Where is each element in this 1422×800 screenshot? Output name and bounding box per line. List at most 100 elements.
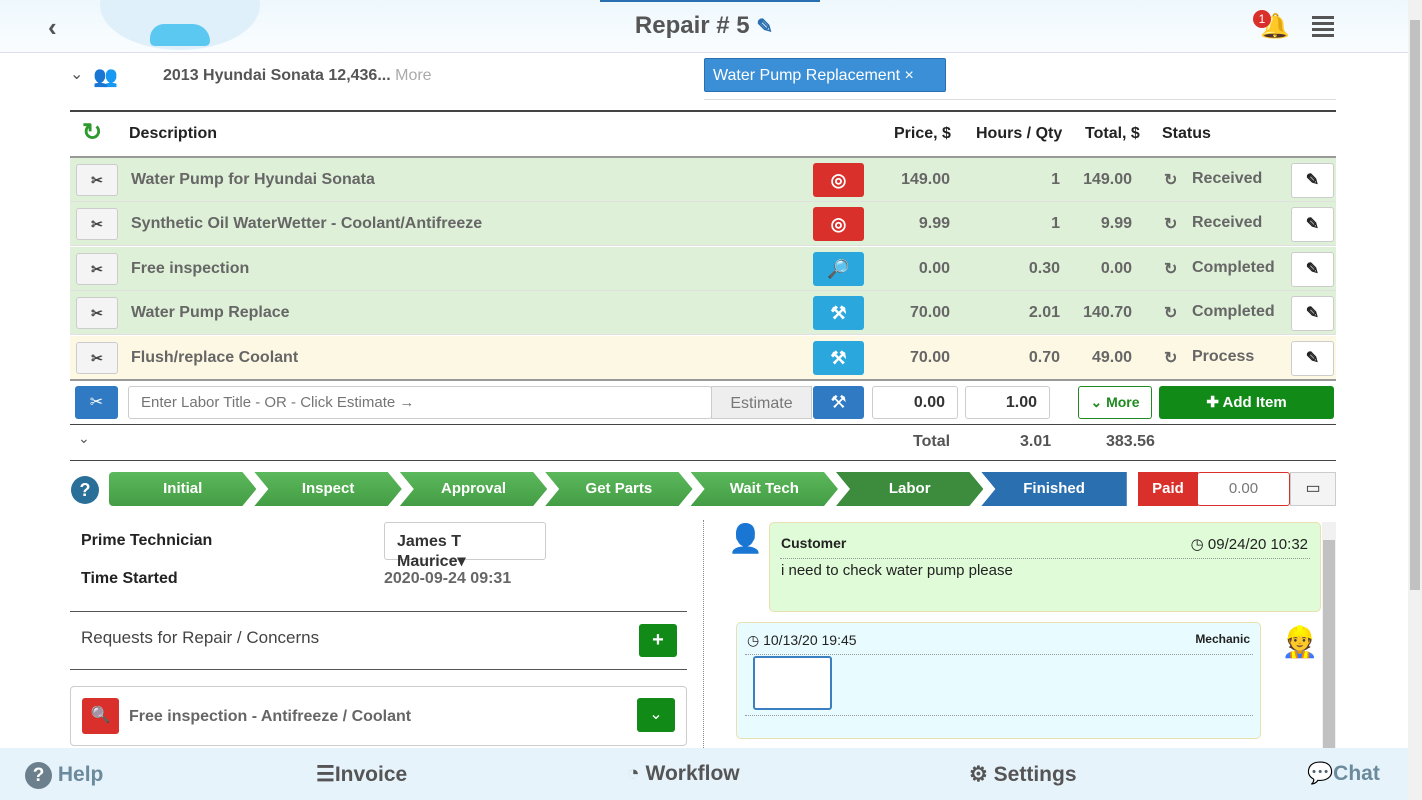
footer-settings[interactable]: ⚙ Settings [969,762,1077,787]
prime-tech-label: Prime Technician [81,532,213,549]
remove-tag-icon[interactable]: × [905,67,914,84]
workflow-stage-inspect[interactable]: Inspect [254,472,401,506]
workflow-stage-get-parts[interactable]: Get Parts [545,472,692,506]
item-status: Completed [1192,258,1275,276]
paid-label: Paid [1138,472,1198,506]
expand-vehicle-icon[interactable]: ⌄ [70,64,83,84]
message-time: ◷ 10/13/20 19:45 [747,632,857,648]
list-icon: ☰ [316,763,335,786]
expand-concern-button[interactable]: ⌄ [637,698,675,732]
message-author: Mechanic [1195,632,1250,646]
unlink-icon[interactable]: ✂ [76,208,118,241]
more-options-button[interactable]: ⌄ More [1078,386,1152,419]
edit-item-button[interactable]: ✎ [1291,207,1334,243]
status-refresh-icon[interactable]: ↻ [1164,303,1177,323]
mechanic-avatar-icon: 👷 [1281,626,1319,659]
workflow-stage-labor[interactable]: Labor [836,472,983,506]
time-started-label: Time Started [81,570,178,587]
invoice-thumbnail[interactable] [753,656,832,710]
job-tag[interactable]: Water Pump Replacement × [704,58,946,92]
prime-tech-select[interactable]: James T Maurice▾ [384,522,546,570]
collapse-icon[interactable]: ⌄ [78,430,90,447]
vehicle-more-link[interactable]: More [395,67,431,84]
customer-vehicle-icon: 👥 [93,66,118,88]
new-qty-input[interactable]: 1.00 [965,386,1050,419]
part-icon[interactable]: ◎ [813,207,864,242]
item-hours: 0.30 [1028,259,1060,277]
status-refresh-icon[interactable]: ↻ [1164,259,1177,279]
footer-help[interactable]: ? Help [25,762,103,789]
workflow-stage-initial[interactable]: Initial [109,472,256,506]
workflow-stage-finished[interactable]: Finished [981,472,1127,506]
item-total: 140.70 [1083,304,1132,322]
item-total: 0.00 [1100,259,1132,277]
header-hours: Hours / Qty [976,125,1063,142]
new-price-input[interactable]: 0.00 [872,386,958,419]
item-price: 9.99 [918,215,950,233]
page-scrollbar[interactable] [1408,0,1422,800]
estimate-button[interactable]: Estimate [711,386,812,419]
add-item-button[interactable]: ✚ Add Item [1159,386,1334,419]
footer-chat[interactable]: 💬Chat [1307,762,1380,786]
inspection-icon[interactable]: 🔎 [813,251,864,286]
credit-card-icon[interactable]: ▭ [1290,472,1336,506]
total-label: Total [913,433,951,450]
unlink-icon[interactable]: ✂ [76,164,118,196]
labor-icon[interactable]: ⚒ [813,296,864,331]
part-icon[interactable]: ◎ [813,163,864,197]
vehicle-summary: 2013 Hyundai Sonata 12,436... More [163,67,432,84]
wrench-screwdriver-icon[interactable]: ⚒ [813,386,864,419]
item-hours: 2.01 [1028,304,1060,322]
table-row: ✂ Water Pump for Hyundai Sonata ◎ 149.00… [70,158,1336,202]
item-status: Received [1192,214,1263,232]
divider [70,110,1336,112]
table-row: ✂ Synthetic Oil WaterWetter - Coolant/An… [70,202,1336,247]
unlink-icon[interactable]: ✂ [76,341,118,374]
workflow-stage-approval[interactable]: Approval [400,472,547,506]
status-refresh-icon[interactable]: ↻ [1164,348,1177,368]
item-price: 0.00 [918,259,950,277]
labor-title-input[interactable] [128,386,712,419]
status-refresh-icon[interactable]: ↻ [1164,170,1177,190]
customer-avatar-icon: 👤 [728,523,763,554]
table-row: ✂ Free inspection 🔎 0.00 0.30 0.00 ↻ Com… [70,246,1336,291]
help-icon[interactable]: ? [71,476,99,504]
unlink-icon[interactable]: ✂ [76,297,118,330]
page-title: Repair # 5 ✎ [634,12,774,39]
total-amount: 383.56 [1106,433,1155,450]
header-price: Price, $ [894,125,951,142]
concern-title: Free inspection - Antifreeze / Coolant [129,708,412,725]
labor-icon[interactable]: ⚒ [813,340,864,375]
add-concern-button[interactable]: + [639,624,677,657]
chat-message-mechanic: ◷ 10/13/20 19:45 Mechanic [736,622,1261,739]
message-author: Customer [781,535,847,551]
requests-label: Requests for Repair / Concerns [81,628,320,647]
chat-message-customer: Customer ◷ 09/24/20 10:32 i need to chec… [769,522,1321,612]
item-price: 70.00 [909,304,950,322]
item-description: Water Pump for Hyundai Sonata [131,171,375,188]
chat-scrollbar[interactable] [1322,522,1336,748]
link-item-button[interactable]: ✂ [75,386,118,419]
item-price: 70.00 [909,348,950,366]
unlink-icon[interactable]: ✂ [76,252,118,285]
footer-invoice[interactable]: ☰Invoice [316,762,407,787]
header-description: Description [129,125,218,142]
concern-item[interactable]: 🔍 Free inspection - Antifreeze / Coolant… [70,686,687,746]
footer-workflow[interactable]: ◔ Workflow [627,762,740,786]
total-hours: 3.01 [1020,433,1052,450]
item-total: 9.99 [1100,215,1132,233]
item-description: Synthetic Oil WaterWetter - Coolant/Anti… [131,215,483,233]
item-price: 149.00 [901,171,950,188]
edit-title-icon[interactable]: ✎ [756,16,773,38]
edit-item-button[interactable]: ✎ [1291,163,1334,198]
refresh-icon[interactable]: ↻ [82,118,102,147]
workflow-stage-wait-tech[interactable]: Wait Tech [691,472,838,506]
status-refresh-icon[interactable]: ↻ [1164,214,1177,234]
menu-icon[interactable] [1312,16,1334,37]
edit-item-button[interactable]: ✎ [1291,340,1334,376]
paid-amount-input[interactable]: 0.00 [1197,472,1290,506]
item-total: 149.00 [1083,171,1132,188]
edit-item-button[interactable]: ✎ [1291,251,1334,287]
header-status: Status [1162,125,1211,142]
edit-item-button[interactable]: ✎ [1291,296,1334,332]
